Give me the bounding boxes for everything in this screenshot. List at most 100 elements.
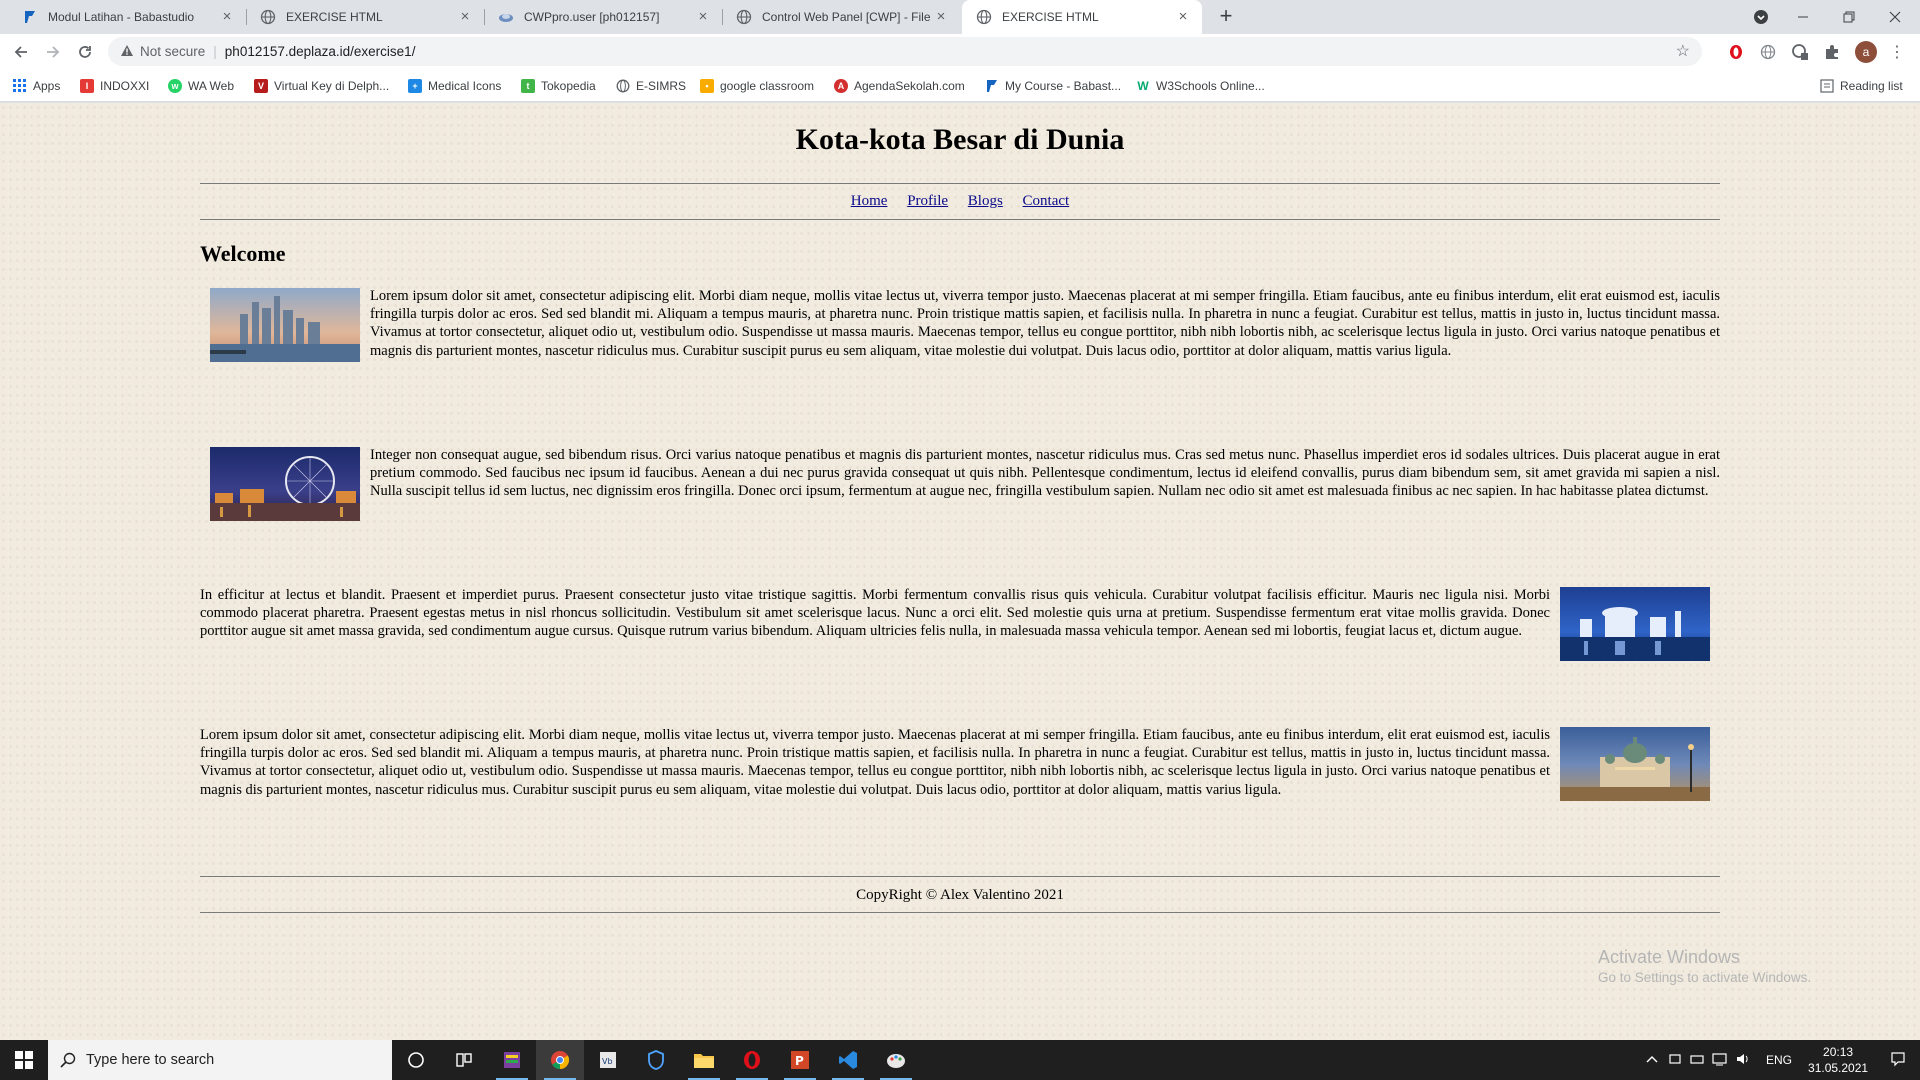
article-3: In efficitur at lectus et blandit. Praes… — [200, 586, 1720, 667]
footer-divider-bottom — [200, 912, 1720, 913]
security-label[interactable]: Not secure — [140, 44, 205, 59]
tab-cwppro-user[interactable]: CWPpro.user [ph012157] × — [484, 0, 722, 34]
vbox-icon[interactable]: Vb — [584, 1040, 632, 1080]
start-button[interactable] — [0, 1040, 48, 1080]
bookmark-agendasekolah[interactable]: A AgendaSekolah.com — [834, 77, 965, 95]
minimize-icon — [1798, 16, 1808, 18]
tokopedia-icon: t — [521, 79, 535, 93]
bookmark-tokopedia[interactable]: t Tokopedia — [521, 77, 596, 95]
article-4: Lorem ipsum dolor sit amet, consectetur … — [200, 726, 1720, 807]
language-indicator[interactable]: ENG — [1766, 1053, 1792, 1067]
reading-list-icon — [1820, 79, 1834, 93]
tab-exercise-html-1[interactable]: EXERCISE HTML × — [246, 0, 484, 34]
warning-triangle-icon — [120, 44, 134, 60]
babastudio-icon — [985, 79, 999, 93]
globe-icon — [260, 9, 276, 25]
svg-text:P: P — [795, 1054, 804, 1068]
cwp-icon — [498, 9, 514, 25]
nav-link-blogs[interactable]: Blogs — [968, 193, 1003, 209]
arrow-right-icon — [47, 46, 60, 58]
reload-icon — [79, 46, 91, 58]
harbor-night-image — [1560, 587, 1710, 661]
nav-link-contact[interactable]: Contact — [1023, 193, 1070, 209]
volume-icon[interactable] — [1736, 1052, 1752, 1069]
bookmark-star-icon[interactable]: ☆ — [1676, 41, 1690, 61]
restore-icon — [1843, 11, 1855, 23]
windows-taskbar: Type here to search Vb P ENG 20:13 31.05… — [0, 1040, 1920, 1080]
vscode-icon[interactable] — [824, 1040, 872, 1080]
bookmark-google-classroom[interactable]: ▪ google classroom — [700, 77, 814, 95]
article-text: Lorem ipsum dolor sit amet, consectetur … — [370, 288, 1720, 359]
reading-list-button[interactable]: Reading list — [1820, 77, 1903, 95]
page-title: Kota-kota Besar di Dunia — [795, 123, 1125, 156]
restore-button[interactable] — [1826, 0, 1872, 34]
winrar-icon[interactable] — [488, 1040, 536, 1080]
tab-strip: Modul Latihan - Babastudio × EXERCISE HT… — [0, 0, 1920, 34]
opera-icon[interactable] — [728, 1040, 776, 1080]
url-text[interactable]: ph012157.deplaza.id/exercise1/ — [225, 44, 416, 59]
bookmark-apps[interactable]: Apps — [13, 77, 60, 95]
close-window-button[interactable] — [1872, 0, 1918, 34]
back-button[interactable] — [7, 38, 35, 66]
taskbar-search[interactable]: Type here to search — [48, 1040, 392, 1080]
bookmark-e-simrs[interactable]: E-SIMRS — [616, 77, 686, 95]
page-container: Kota-kota Besar di Dunia Home Profile Bl… — [200, 103, 1720, 1040]
powerpoint-icon[interactable]: P — [776, 1040, 824, 1080]
translate-extension-icon[interactable] — [1759, 43, 1777, 61]
ferris-wheel-image — [210, 447, 360, 521]
forward-button[interactable] — [39, 38, 67, 66]
file-explorer-icon[interactable] — [680, 1040, 728, 1080]
activate-windows-watermark: Activate Windows Go to Settings to activ… — [1598, 947, 1812, 985]
opera-extension-icon[interactable] — [1727, 43, 1745, 61]
show-hidden-icons-icon[interactable] — [1646, 1053, 1658, 1067]
bookmark-virtual-key[interactable]: V Virtual Key di Delph... — [254, 77, 389, 95]
chrome-icon[interactable] — [536, 1040, 584, 1080]
main-nav: Home Profile Blogs Contact — [200, 193, 1720, 210]
bookmark-w3schools[interactable]: W W3Schools Online... — [1136, 77, 1264, 95]
city-skyline-image — [210, 288, 360, 362]
task-view-icon[interactable] — [440, 1040, 488, 1080]
article-text: In efficitur at lectus et blandit. Praes… — [200, 587, 1550, 640]
reload-button[interactable] — [71, 38, 99, 66]
tab-modul-latihan[interactable]: Modul Latihan - Babastudio × — [8, 0, 246, 34]
network-adapter-icon[interactable] — [1668, 1052, 1682, 1069]
wifi-icon[interactable] — [1712, 1052, 1728, 1069]
close-tab-icon[interactable]: × — [456, 8, 474, 26]
tab-search-button[interactable] — [1738, 0, 1784, 34]
svg-text:Vb: Vb — [602, 1057, 613, 1066]
defender-icon[interactable] — [632, 1040, 680, 1080]
nav-link-home[interactable]: Home — [851, 193, 888, 209]
clock[interactable]: 20:13 31.05.2021 — [1808, 1044, 1868, 1076]
close-tab-icon[interactable]: × — [1174, 8, 1192, 26]
profile-avatar[interactable]: a — [1855, 41, 1877, 63]
cortana-icon[interactable] — [392, 1040, 440, 1080]
close-tab-icon[interactable]: × — [218, 8, 236, 26]
globe-icon — [616, 79, 630, 93]
omnibox-divider: | — [213, 44, 217, 59]
tab-control-web-panel[interactable]: Control Web Panel [CWP] - File M × — [722, 0, 960, 34]
sync-extension-icon[interactable] — [1791, 43, 1809, 61]
minimize-button[interactable] — [1780, 0, 1826, 34]
input-method-icon[interactable] — [1690, 1052, 1704, 1069]
paint-icon[interactable] — [872, 1040, 920, 1080]
whatsapp-icon: w — [168, 79, 182, 93]
close-tab-icon[interactable]: × — [694, 8, 712, 26]
extensions-puzzle-icon[interactable] — [1823, 43, 1841, 61]
nav-link-profile[interactable]: Profile — [907, 193, 948, 209]
article-text: Lorem ipsum dolor sit amet, consectetur … — [200, 727, 1550, 798]
delphi-icon: V — [254, 79, 268, 93]
search-icon — [60, 1052, 76, 1068]
tab-search-icon — [1754, 10, 1768, 24]
bookmark-wa-web[interactable]: w WA Web — [168, 77, 234, 95]
new-tab-button[interactable]: + — [1212, 4, 1240, 30]
bookmark-my-course[interactable]: My Course - Babast... — [985, 77, 1121, 95]
bookmark-medical-icons[interactable]: + Medical Icons — [408, 77, 501, 95]
tab-exercise-html-active[interactable]: EXERCISE HTML × — [962, 0, 1202, 34]
bookmark-indoxxi[interactable]: I INDOXXI — [80, 77, 149, 95]
more-menu-icon[interactable]: ⋮ — [1888, 43, 1906, 61]
section-heading: Welcome — [200, 241, 286, 266]
address-bar[interactable]: Not secure | ph012157.deplaza.id/exercis… — [108, 37, 1702, 66]
notification-center-icon[interactable] — [1890, 1051, 1906, 1070]
close-tab-icon[interactable]: × — [932, 8, 950, 26]
globe-icon — [976, 9, 992, 25]
